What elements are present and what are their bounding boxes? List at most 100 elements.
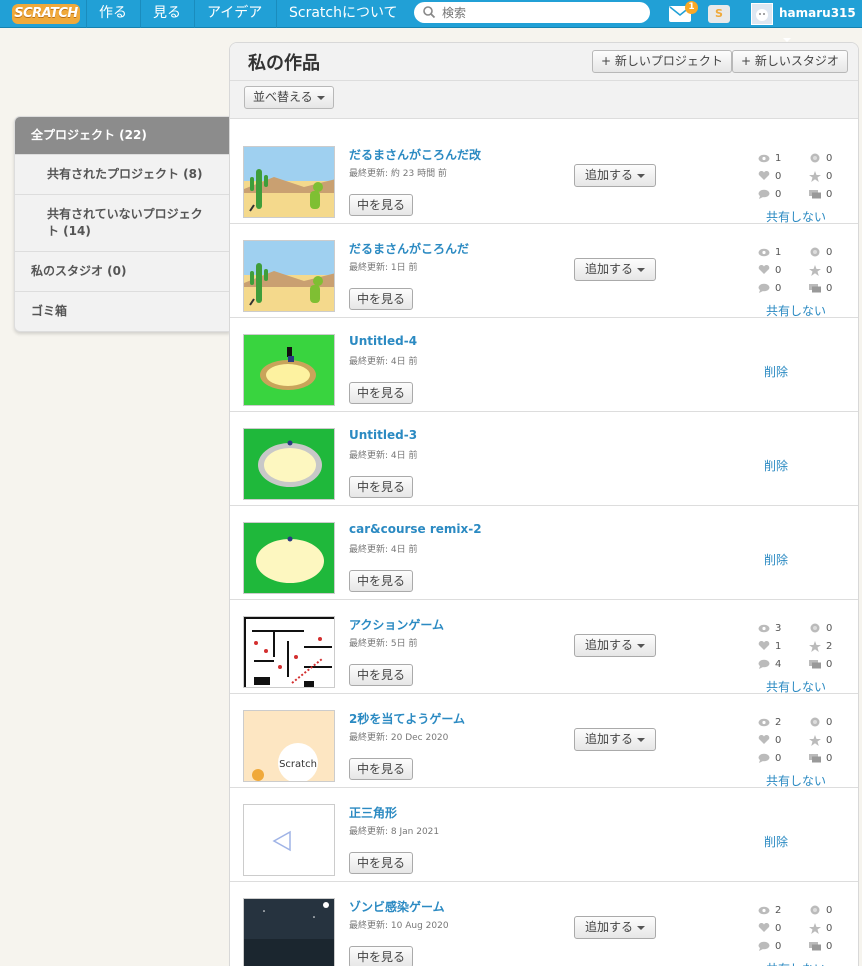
views-icon bbox=[758, 153, 775, 164]
unshare-link[interactable]: 共有しない bbox=[766, 678, 826, 695]
delete-link[interactable]: 削除 bbox=[764, 551, 788, 568]
see-inside-button[interactable]: 中を見る bbox=[349, 476, 414, 498]
add-to-studio-button[interactable]: 追加する bbox=[574, 258, 656, 281]
see-inside-button[interactable]: 中を見る bbox=[349, 288, 414, 310]
nav-ideas[interactable]: アイデア bbox=[194, 0, 274, 28]
sidebar-item-trash[interactable]: ゴミ箱 bbox=[15, 292, 229, 331]
nav-explore[interactable]: 見る bbox=[140, 0, 193, 28]
see-inside-button[interactable]: 中を見る bbox=[349, 194, 414, 216]
remixes-count: 0 bbox=[826, 153, 833, 164]
see-inside-button[interactable]: 中を見る bbox=[349, 946, 414, 966]
unshare-link[interactable]: 共有しない bbox=[766, 208, 826, 225]
nav-about[interactable]: Scratchについて bbox=[276, 0, 410, 28]
project-last-updated: 最終更新: 4日 前 bbox=[349, 451, 418, 461]
project-row: 正三角形 最終更新: 8 Jan 2021 中を見る 削除 bbox=[230, 788, 858, 882]
heart-icon bbox=[758, 264, 775, 276]
project-last-updated: 最終更新: 約 23 時間 前 bbox=[349, 169, 447, 179]
project-thumbnail[interactable] bbox=[243, 804, 335, 876]
delete-link[interactable]: 削除 bbox=[764, 363, 788, 380]
studios-stat: 0 bbox=[809, 940, 832, 954]
project-title-link[interactable]: car&course remix-2 bbox=[349, 522, 482, 536]
unshare-link[interactable]: 共有しない bbox=[766, 302, 826, 319]
delete-link[interactable]: 削除 bbox=[764, 457, 788, 474]
see-inside-button[interactable]: 中を見る bbox=[349, 570, 414, 592]
loves-stat: 0 bbox=[758, 922, 781, 936]
studios-count: 0 bbox=[826, 283, 833, 294]
project-last-updated: 最終更新: 20 Dec 2020 bbox=[349, 733, 449, 743]
project-title-link[interactable]: 正三角形 bbox=[349, 804, 397, 821]
see-inside-button[interactable]: 中を見る bbox=[349, 758, 414, 780]
project-title-link[interactable]: だるまさんがころんだ bbox=[349, 240, 469, 257]
search-input[interactable] bbox=[442, 4, 642, 21]
loves-count: 0 bbox=[775, 265, 782, 276]
messages-count-badge: 1 bbox=[685, 1, 698, 14]
username-menu[interactable]: hamaru315 bbox=[779, 0, 862, 42]
project-title-link[interactable]: だるまさんがころんだ改 bbox=[349, 146, 481, 163]
project-title-link[interactable]: Untitled-3 bbox=[349, 428, 417, 442]
my-stuff-panel: 私の作品 + 新しいプロジェクト + 新しいスタジオ 並べ替える だるまさんがこ… bbox=[229, 42, 859, 966]
project-thumbnail[interactable]: Scratch bbox=[243, 710, 335, 782]
see-inside-button[interactable]: 中を見る bbox=[349, 664, 414, 686]
remix-icon bbox=[809, 247, 826, 258]
my-stuff-icon[interactable]: S bbox=[708, 5, 730, 23]
heart-icon bbox=[758, 640, 775, 652]
views-count: 2 bbox=[775, 905, 782, 916]
views-stat: 2 bbox=[758, 904, 781, 918]
add-to-studio-button[interactable]: 追加する bbox=[574, 916, 656, 939]
add-to-label: 追加する bbox=[585, 732, 634, 746]
project-title-link[interactable]: 2秒を当てようゲーム bbox=[349, 710, 465, 727]
project-row: Scratch 2秒を当てようゲーム 最終更新: 20 Dec 2020 中を見… bbox=[230, 694, 858, 789]
star-icon bbox=[809, 264, 826, 276]
studio-icon bbox=[809, 753, 826, 764]
add-to-studio-button[interactable]: 追加する bbox=[574, 634, 656, 657]
project-title-link[interactable]: ゾンビ感染ゲーム bbox=[349, 898, 445, 915]
remixes-count: 0 bbox=[826, 905, 833, 916]
views-stat: 1 bbox=[758, 152, 781, 166]
loves-count: 0 bbox=[775, 171, 782, 182]
favorites-stat: 0 bbox=[809, 264, 832, 278]
remixes-count: 0 bbox=[826, 717, 833, 728]
project-thumbnail[interactable] bbox=[243, 898, 335, 966]
sort-dropdown[interactable]: 並べ替える bbox=[244, 86, 334, 109]
project-title-link[interactable]: アクションゲーム bbox=[349, 616, 444, 633]
comment-icon bbox=[758, 659, 775, 670]
sidebar-item-shared-projects[interactable]: 共有されたプロジェクト (8) bbox=[15, 155, 229, 195]
search-box[interactable] bbox=[414, 2, 650, 23]
delete-link[interactable]: 削除 bbox=[764, 833, 788, 850]
unshare-link[interactable]: 共有しない bbox=[766, 960, 826, 966]
project-thumbnail[interactable] bbox=[243, 522, 335, 594]
studios-count: 0 bbox=[826, 753, 833, 764]
views-count: 1 bbox=[775, 153, 782, 164]
heart-icon bbox=[758, 734, 775, 746]
comments-count: 0 bbox=[775, 753, 782, 764]
studio-icon bbox=[809, 659, 826, 670]
new-studio-button[interactable]: + 新しいスタジオ bbox=[732, 50, 848, 73]
project-last-updated: 最終更新: 4日 前 bbox=[349, 357, 418, 367]
project-thumbnail[interactable] bbox=[243, 240, 335, 312]
add-to-studio-button[interactable]: 追加する bbox=[574, 164, 656, 187]
see-inside-button[interactable]: 中を見る bbox=[349, 852, 414, 874]
project-thumbnail[interactable] bbox=[243, 334, 335, 406]
nav-create[interactable]: 作る bbox=[86, 0, 139, 28]
sidebar-item-all-projects[interactable]: 全プロジェクト (22) bbox=[15, 117, 229, 155]
add-to-studio-button[interactable]: 追加する bbox=[574, 728, 656, 751]
see-inside-button[interactable]: 中を見る bbox=[349, 382, 414, 404]
unshare-link[interactable]: 共有しない bbox=[766, 772, 826, 789]
remixes-stat: 0 bbox=[809, 904, 832, 918]
star-icon bbox=[809, 734, 826, 746]
add-to-label: 追加する bbox=[585, 920, 634, 934]
add-to-label: 追加する bbox=[585, 262, 634, 276]
favorites-stat: 0 bbox=[809, 170, 832, 184]
chevron-down-icon bbox=[316, 95, 325, 100]
avatar[interactable] bbox=[751, 3, 773, 25]
project-title-link[interactable]: Untitled-4 bbox=[349, 334, 417, 348]
project-thumbnail[interactable] bbox=[243, 146, 335, 218]
project-thumbnail[interactable] bbox=[243, 428, 335, 500]
sidebar-item-my-studios[interactable]: 私のスタジオ (0) bbox=[15, 252, 229, 292]
sidebar-item-unshared-projects[interactable]: 共有されていないプロジェクト (14) bbox=[15, 195, 229, 252]
scratch-logo[interactable]: SCRATCH bbox=[12, 4, 80, 24]
favorites-count: 2 bbox=[826, 641, 833, 652]
new-project-button[interactable]: + 新しいプロジェクト bbox=[592, 50, 732, 73]
comments-stat: 0 bbox=[758, 940, 781, 954]
project-thumbnail[interactable] bbox=[243, 616, 335, 688]
